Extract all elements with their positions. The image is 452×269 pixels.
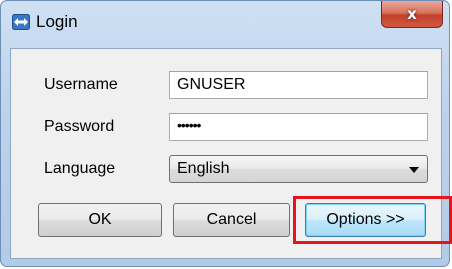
password-field[interactable]: ••••••: [169, 113, 428, 141]
double-arrow-icon: [12, 14, 30, 30]
username-label: Username: [44, 76, 118, 93]
ok-button-label: OK: [88, 211, 112, 228]
ok-button[interactable]: OK: [38, 203, 162, 237]
chevron-down-icon[interactable]: [409, 167, 419, 173]
password-label: Password: [44, 118, 115, 135]
highlight-annotation: [293, 196, 452, 244]
window-title: Login: [36, 12, 78, 31]
username-field[interactable]: GNUSER: [169, 71, 428, 99]
title-bar[interactable]: Login x: [1, 1, 449, 47]
cancel-button[interactable]: Cancel: [173, 203, 290, 237]
language-selected-value: English: [177, 160, 230, 177]
language-select[interactable]: English: [169, 155, 428, 183]
cancel-button-label: Cancel: [206, 211, 257, 228]
language-label: Language: [44, 160, 116, 177]
close-button[interactable]: x: [381, 1, 443, 28]
close-icon: x: [407, 5, 417, 23]
